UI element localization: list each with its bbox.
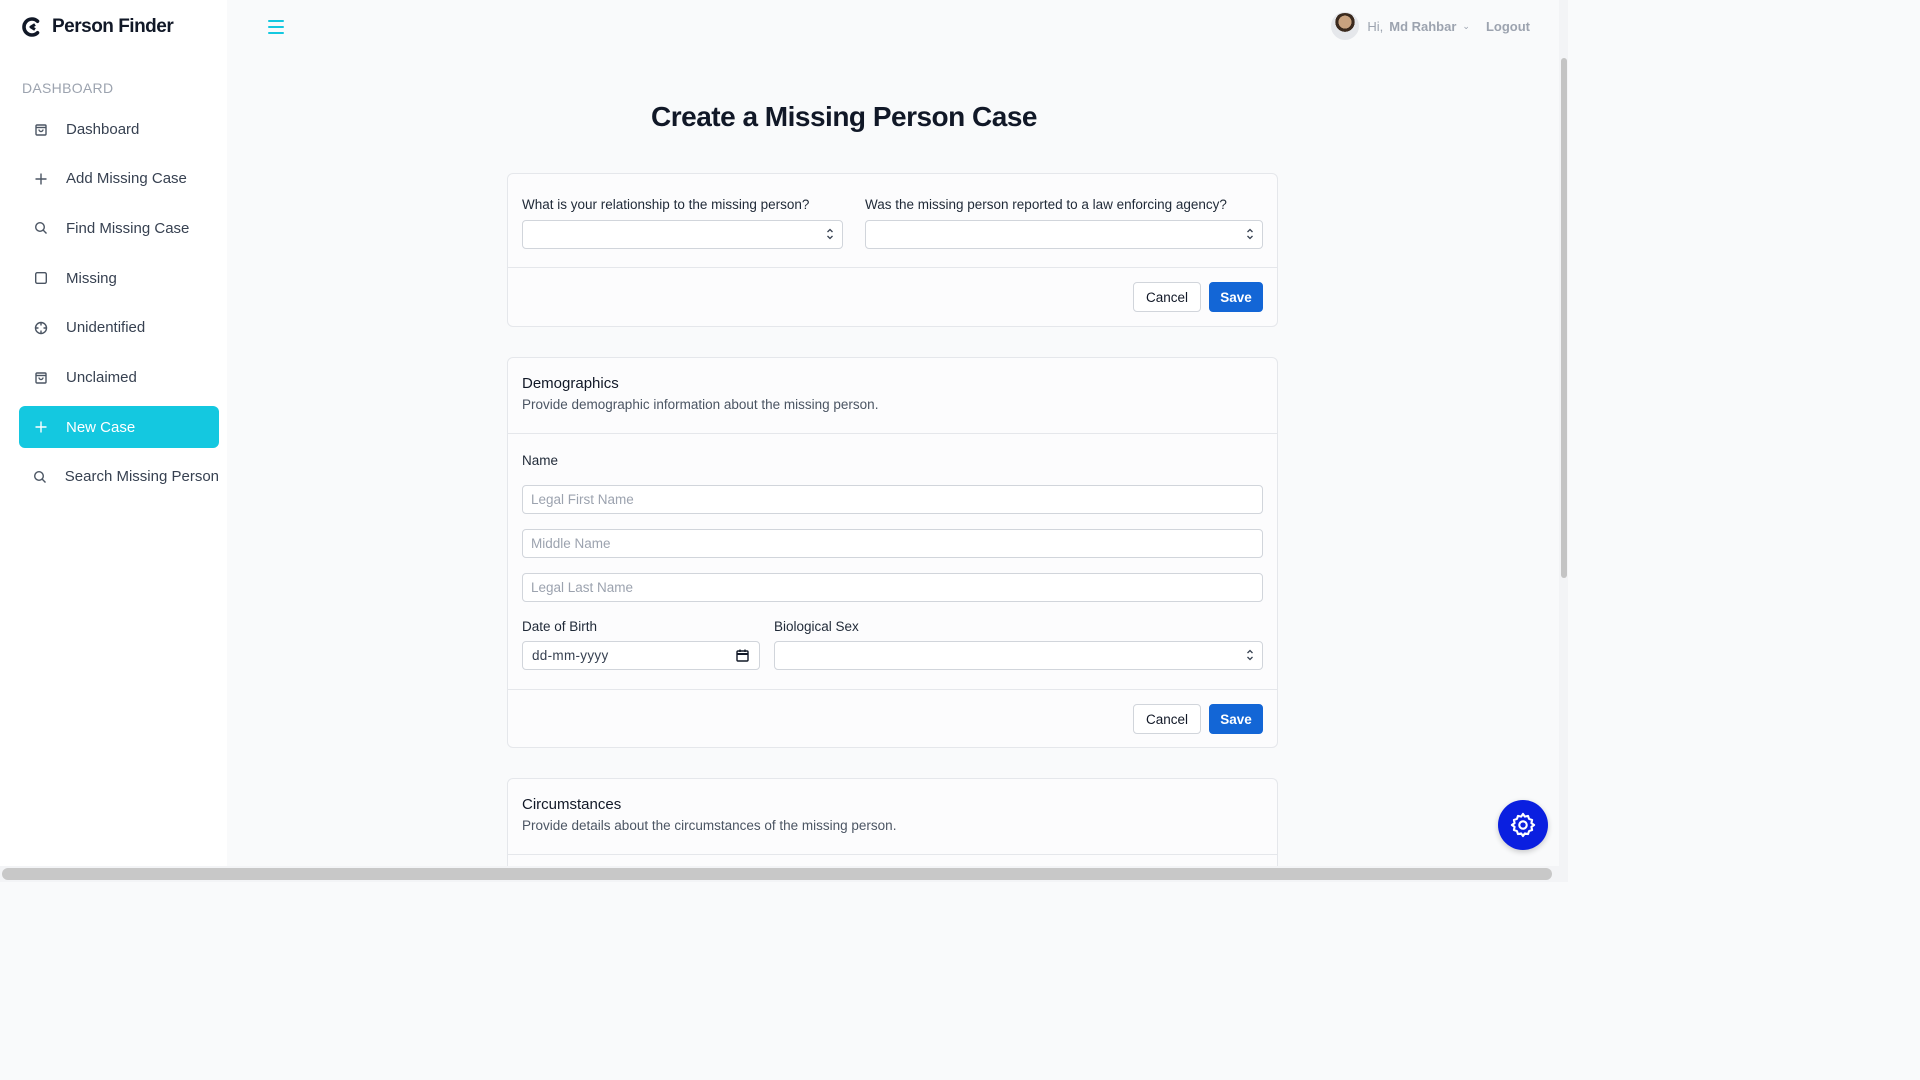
sidebar-item-label: Unidentified: [66, 319, 146, 337]
brand[interactable]: Person Finder: [22, 16, 174, 38]
cancel-button[interactable]: Cancel: [1133, 704, 1201, 734]
dob-placeholder: dd-mm-yyyy: [532, 648, 609, 663]
select-arrows-icon: [1247, 228, 1253, 240]
select-arrows-icon: [1247, 649, 1253, 661]
dob-input[interactable]: dd-mm-yyyy: [522, 641, 760, 670]
circumstances-title: Circumstances: [522, 796, 622, 813]
select-arrows-icon: [827, 228, 833, 240]
sidebar-item-label: Add Missing Case: [66, 170, 187, 188]
plus-icon: [33, 171, 49, 187]
dob-label: Date of Birth: [522, 619, 598, 634]
reported-label: Was the missing person reported to a law…: [865, 197, 1227, 212]
calendar-icon[interactable]: [736, 649, 749, 662]
save-button[interactable]: Save: [1209, 282, 1263, 312]
sidebar-item-label: Search Missing Person: [64, 468, 219, 486]
last-name-input[interactable]: Legal Last Name: [522, 573, 1263, 602]
sidebar-nav: Dashboard Add Missing Case Find Missing …: [19, 108, 219, 506]
sidebar-item-new-case[interactable]: New Case: [19, 406, 219, 449]
menu-toggle-icon[interactable]: [268, 20, 284, 34]
reported-select[interactable]: [865, 220, 1263, 249]
search-icon: [33, 469, 48, 485]
user-menu: Hi, Md Rahbar ⌄ Logout: [1331, 12, 1530, 40]
first-name-input[interactable]: Legal First Name: [522, 485, 1263, 514]
cancel-button[interactable]: Cancel: [1133, 282, 1201, 312]
middle-name-input[interactable]: Middle Name: [522, 529, 1263, 558]
sidebar-item-search-missing-person[interactable]: Search Missing Person: [19, 456, 219, 498]
sidebar-item-unidentified[interactable]: Unidentified: [19, 307, 219, 349]
horizontal-scrollbar-thumb[interactable]: [2, 868, 1552, 880]
crosshair-icon: [33, 320, 49, 336]
sidebar-section-label: DASHBOARD: [22, 80, 114, 96]
sex-label: Biological Sex: [774, 619, 859, 634]
horizontal-scrollbar[interactable]: [0, 866, 1568, 882]
card-divider: [508, 854, 1277, 855]
card-divider: [508, 689, 1277, 690]
card-divider: [508, 433, 1277, 434]
brand-c-icon: [22, 17, 40, 37]
demographics-subtitle: Provide demographic information about th…: [522, 397, 879, 412]
greeting: Hi,: [1367, 18, 1384, 34]
avatar[interactable]: [1331, 12, 1360, 40]
plus-icon: [33, 419, 49, 435]
card-divider: [508, 267, 1277, 268]
brand-name: Person Finder: [52, 16, 174, 37]
chevron-down-icon[interactable]: ⌄: [1462, 21, 1470, 32]
vertical-scrollbar-thumb[interactable]: [1561, 58, 1567, 578]
settings-fab[interactable]: [1498, 800, 1548, 850]
shopping-bag-icon: [33, 369, 49, 385]
sidebar-item-add-missing-case[interactable]: Add Missing Case: [19, 158, 219, 200]
search-icon: [33, 220, 49, 236]
page-title: Create a Missing Person Case: [651, 101, 1037, 132]
sidebar-item-find-missing-case[interactable]: Find Missing Case: [19, 207, 219, 249]
gear-icon: [1510, 812, 1536, 838]
sidebar-item-missing[interactable]: Missing: [19, 257, 219, 299]
name-label: Name: [522, 453, 559, 468]
square-icon: [33, 270, 49, 286]
user-name[interactable]: Md Rahbar: [1389, 19, 1456, 34]
relationship-select[interactable]: [522, 220, 843, 249]
sidebar-item-label: Unclaimed: [66, 368, 137, 386]
demographics-title: Demographics: [522, 375, 619, 392]
sidebar-item-label: New Case: [66, 418, 136, 436]
sidebar-item-label: Find Missing Case: [66, 219, 190, 237]
sidebar-item-unclaimed[interactable]: Unclaimed: [19, 356, 219, 398]
relationship-card: What is your relationship to the missing…: [507, 173, 1278, 327]
sidebar-item-label: Missing: [66, 269, 117, 287]
vertical-scrollbar[interactable]: [1559, 0, 1568, 866]
sex-select[interactable]: [774, 641, 1263, 670]
save-button[interactable]: Save: [1209, 704, 1263, 734]
logout-link[interactable]: Logout: [1486, 19, 1530, 34]
relationship-label: What is your relationship to the missing…: [522, 197, 810, 212]
demographics-card: Demographics Provide demographic informa…: [507, 357, 1278, 748]
circumstances-subtitle: Provide details about the circumstances …: [522, 818, 897, 833]
